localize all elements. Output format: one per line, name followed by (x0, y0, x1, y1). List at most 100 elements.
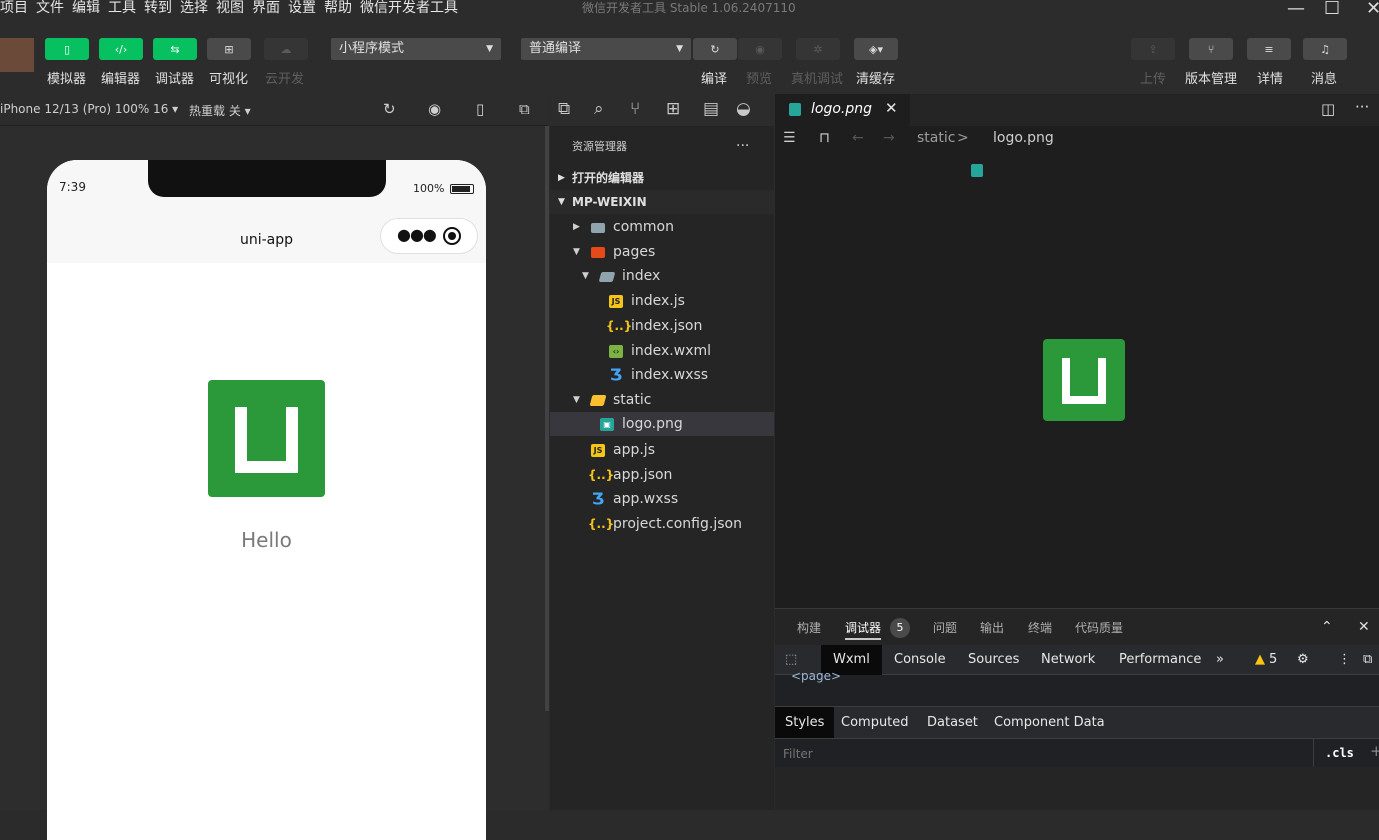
breadcrumb-folder[interactable]: static (917, 130, 955, 146)
split-editor-icon[interactable]: ◫ (1321, 100, 1335, 118)
menu-project[interactable]: 项目 (0, 0, 33, 16)
close-window-icon[interactable]: ✕ (1366, 0, 1379, 19)
tab-computed[interactable]: Computed (841, 715, 909, 730)
maximize-icon[interactable]: ☐ (1324, 0, 1340, 19)
close-tab-icon[interactable]: ✕ (885, 99, 898, 117)
more-actions-icon[interactable]: ··· (1355, 98, 1369, 116)
git-icon[interactable]: ⑂ (630, 99, 640, 119)
preview-button[interactable]: ◉ (738, 38, 782, 60)
tree-item-index-json[interactable]: {..} index.json (550, 314, 774, 338)
simulator-toggle-button[interactable]: ▯ (45, 38, 89, 60)
debugger-toggle-button[interactable]: ⇆ (153, 38, 197, 60)
simulator-scrollbar[interactable] (545, 126, 549, 711)
menu-view[interactable]: 视图 (216, 0, 249, 16)
cloud-button[interactable]: ☁ (264, 38, 308, 60)
phone-icon[interactable]: ▯ (476, 100, 484, 118)
cls-toggle[interactable]: .cls (1325, 746, 1354, 760)
tab-terminal[interactable]: 终端 (1028, 619, 1052, 636)
add-style-rule-button[interactable]: + (1370, 742, 1379, 760)
search-icon[interactable]: ⌕ (594, 99, 604, 119)
tab-dataset[interactable]: Dataset (927, 715, 978, 730)
kebab-menu-icon[interactable]: ⋮ (1338, 652, 1351, 667)
tree-item-app-json[interactable]: {..} app.json (550, 463, 774, 487)
tree-item-index-wxml[interactable]: ‹› index.wxml (550, 339, 774, 363)
tab-network[interactable]: Network (1041, 652, 1095, 667)
back-arrow-icon[interactable]: ← (852, 130, 864, 146)
tab-output[interactable]: 输出 (980, 619, 1004, 636)
device-debug-button[interactable]: ✲ (796, 38, 840, 60)
bookmark-icon[interactable]: ⊓ (819, 130, 830, 146)
popout-icon[interactable]: ⧉ (519, 100, 530, 118)
tab-logo-png[interactable]: logo.png ✕ (775, 94, 910, 126)
files-icon[interactable]: ⧉ (558, 99, 570, 119)
settings-icon[interactable]: ⚙ (1297, 652, 1309, 667)
menu-tools[interactable]: 工具 (108, 0, 141, 16)
project-section[interactable]: ▼ MP-WEIXIN (550, 190, 774, 214)
tab-performance[interactable]: Performance (1119, 652, 1201, 667)
warning-count[interactable]: 5 (1269, 652, 1277, 667)
tab-code-quality[interactable]: 代码质量 (1075, 619, 1123, 636)
outline-icon[interactable]: ▤ (703, 99, 719, 119)
more-tabs-button[interactable]: » (1216, 652, 1224, 667)
more-dots-icon[interactable]: ●●● (397, 225, 437, 244)
extensions-icon[interactable]: ⊞ (666, 99, 680, 119)
tree-item-app-wxss[interactable]: Ʒ app.wxss (550, 487, 774, 511)
mode-select[interactable]: 小程序模式 ▼ (331, 38, 501, 60)
menu-interface[interactable]: 界面 (252, 0, 285, 16)
tab-styles[interactable]: Styles (775, 707, 835, 738)
minimize-icon[interactable]: — (1287, 0, 1305, 19)
list-icon[interactable]: ☰ (783, 130, 796, 146)
menu-goto[interactable]: 转到 (144, 0, 177, 16)
image-file-icon (971, 164, 983, 177)
compile-select[interactable]: 普通编译 ▼ (521, 38, 691, 60)
breadcrumb-file[interactable]: logo.png (993, 130, 1054, 146)
device-select[interactable]: iPhone 12/13 (Pro) 100% 16 ▾ (0, 102, 178, 116)
forward-arrow-icon[interactable]: → (883, 130, 895, 146)
avatar[interactable] (0, 38, 34, 72)
close-target-icon[interactable] (443, 227, 461, 245)
menu-select[interactable]: 选择 (180, 0, 213, 16)
close-panel-icon[interactable]: ✕ (1358, 619, 1370, 635)
inspect-icon[interactable]: ⬚ (785, 652, 797, 667)
stop-icon[interactable]: ◉ (428, 100, 441, 118)
menu-help[interactable]: 帮助 (324, 0, 357, 16)
version-button[interactable]: ⑂ (1189, 38, 1233, 60)
tab-problems[interactable]: 问题 (933, 619, 957, 636)
visual-button[interactable]: ⊞ (207, 38, 251, 60)
tree-item-project-config[interactable]: {..} project.config.json (550, 512, 774, 536)
menu-settings[interactable]: 设置 (288, 0, 321, 16)
upload-button[interactable]: ⇪ (1131, 38, 1175, 60)
menu-file[interactable]: 文件 (36, 0, 69, 16)
dock-icon[interactable]: ⧉ (1363, 652, 1372, 667)
tab-build[interactable]: 构建 (797, 619, 821, 636)
open-editors-section[interactable]: ▶ 打开的编辑器 (550, 166, 774, 190)
rotate-icon[interactable]: ↻ (383, 100, 396, 118)
explorer-more-button[interactable]: ... (736, 134, 749, 150)
wxml-file-icon: ‹› (609, 345, 623, 358)
tree-item-index-js[interactable]: JS index.js (550, 289, 774, 313)
tree-item-index-wxss[interactable]: Ʒ index.wxss (550, 363, 774, 387)
menu-edit[interactable]: 编辑 (72, 0, 105, 16)
compile-button[interactable]: ↻ (693, 38, 737, 60)
tab-console[interactable]: Console (894, 652, 946, 667)
capsule-menu[interactable]: ●●● (380, 218, 478, 254)
tab-component-data[interactable]: Component Data (994, 715, 1105, 730)
tab-sources[interactable]: Sources (968, 652, 1019, 667)
hot-reload-select[interactable]: 热重载 关 ▾ (189, 102, 251, 119)
menu-devtools[interactable]: 微信开发者工具 (360, 0, 463, 16)
clear-cache-button[interactable]: ◈▾ (854, 38, 898, 60)
tree-item-app-js[interactable]: JS app.js (550, 438, 774, 462)
tree-item-logo-png[interactable]: ▣ logo.png (550, 412, 774, 436)
filter-input[interactable] (783, 745, 1203, 763)
wxml-page-node[interactable]: <page> (791, 669, 841, 683)
tree-item-index-folder[interactable]: ▼ index (550, 264, 774, 288)
tab-debugger[interactable]: 调试器 (845, 619, 882, 640)
tree-item-pages[interactable]: ▼ pages (550, 240, 774, 264)
tree-item-static[interactable]: ▼ static (550, 388, 774, 412)
messages-button[interactable]: ♫ (1303, 38, 1347, 60)
tree-item-common[interactable]: ▶ common (550, 215, 774, 239)
details-button[interactable]: ≡ (1247, 38, 1291, 60)
editor-toggle-button[interactable]: ‹/› (99, 38, 143, 60)
collapse-panel-icon[interactable]: ⌃ (1321, 619, 1333, 635)
docker-icon[interactable]: ◒ (736, 99, 751, 119)
